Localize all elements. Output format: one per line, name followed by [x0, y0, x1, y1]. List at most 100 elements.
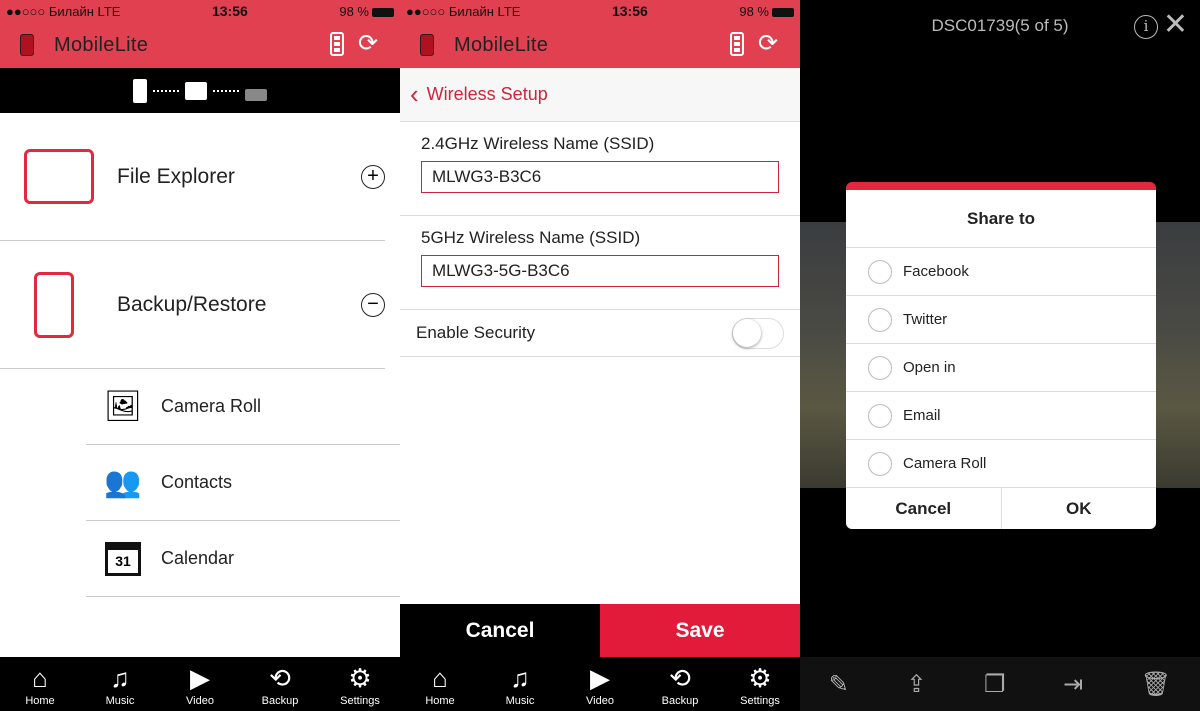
back-button[interactable]: ‹ Wireless Setup: [400, 68, 800, 122]
radio-icon[interactable]: [868, 451, 892, 476]
share-option-facebook[interactable]: Facebook: [846, 248, 1156, 296]
radio-icon[interactable]: [868, 355, 892, 380]
backup-restore-label: Backup/Restore: [117, 292, 267, 316]
tab-settings[interactable]: ⚙ Settings: [725, 661, 795, 707]
ssid-24-input[interactable]: [421, 161, 779, 193]
kingston-logo: [420, 34, 434, 56]
refresh-icon[interactable]: ⟳: [358, 32, 382, 56]
copy-icon[interactable]: ❐: [984, 670, 1006, 699]
option-label: Camera Roll: [903, 455, 987, 472]
mobilelite-device-icon: [185, 81, 207, 100]
back-label: Wireless Setup: [426, 84, 548, 104]
tab-label: Home: [25, 695, 55, 707]
brand-name: MobileLite: [54, 33, 149, 56]
photo-viewer-screen: DSC01739(5 of 5) i ✕ Share to Facebook T…: [800, 0, 1200, 711]
enable-security-label: Enable Security: [416, 323, 536, 342]
file-explorer-label: File Explorer: [117, 164, 235, 188]
collapse-icon[interactable]: −: [361, 292, 385, 317]
device-battery-icon[interactable]: [330, 32, 344, 56]
security-toggle[interactable]: [732, 317, 784, 349]
tab-video[interactable]: ▶ Video: [165, 661, 235, 707]
tab-home[interactable]: ⌂ Home: [405, 661, 475, 707]
router-icon: [245, 88, 267, 101]
wireless-setup-screen: ●●○○○ Билайн LTE 13:56 98 % MobileLite ⟳…: [400, 0, 800, 711]
close-icon[interactable]: ✕: [1163, 10, 1188, 40]
time: 13:56: [611, 3, 648, 19]
move-icon[interactable]: ⇥: [1063, 670, 1083, 699]
gear-icon: ⚙: [348, 663, 372, 693]
save-button[interactable]: Save: [600, 604, 800, 657]
phone-icon: [133, 78, 147, 103]
contacts-label: Contacts: [161, 472, 233, 492]
tab-label: Backup: [661, 695, 699, 707]
edit-icon[interactable]: ✎: [829, 670, 849, 699]
app-header: MobileLite ⟳: [400, 22, 800, 68]
camera-roll-item[interactable]: 🖼 Camera Roll: [86, 369, 400, 445]
radio-icon[interactable]: [868, 259, 892, 284]
tab-video[interactable]: ▶ Video: [565, 661, 635, 707]
photo-icon: 🖼: [103, 389, 143, 423]
battery-icon: [372, 7, 394, 17]
tab-label: Music: [505, 695, 535, 707]
connection-status: [0, 68, 400, 113]
tab-backup[interactable]: ⟲ Backup: [245, 661, 315, 707]
calendar-icon: 31: [105, 541, 141, 576]
gear-icon: ⚙: [748, 663, 772, 693]
refresh-icon[interactable]: ⟳: [758, 32, 782, 56]
tab-label: Backup: [261, 695, 299, 707]
battery-icon: [772, 7, 794, 17]
tab-label: Settings: [340, 695, 380, 707]
option-label: Facebook: [903, 263, 969, 280]
camera-roll-label: Camera Roll: [161, 396, 262, 416]
enable-security-row: Enable Security: [400, 310, 800, 357]
radio-icon[interactable]: [868, 307, 892, 332]
info-icon[interactable]: i: [1134, 15, 1158, 39]
status-bar: ●●○○○ Билайн LTE 13:56 98 %: [0, 0, 400, 22]
expand-icon[interactable]: +: [361, 164, 385, 189]
phone-sync-icon: [34, 271, 74, 338]
carrier: ●●○○○ Билайн LTE: [406, 3, 521, 19]
option-label: Twitter: [903, 311, 948, 328]
video-icon: ▶: [190, 663, 210, 693]
tab-music[interactable]: ♫ Music: [485, 661, 555, 707]
ssid-5-label: 5GHz Wireless Name (SSID): [421, 228, 641, 247]
trash-icon[interactable]: 🗑: [1141, 670, 1171, 699]
home-icon: ⌂: [432, 663, 448, 693]
tab-backup[interactable]: ⟲ Backup: [645, 661, 715, 707]
time: 13:56: [211, 3, 248, 19]
device-battery-icon[interactable]: [730, 32, 744, 56]
tab-label: Home: [425, 695, 455, 707]
contacts-item[interactable]: 👥 Contacts: [86, 445, 400, 521]
share-dialog: Share to Facebook Twitter Open in Email …: [846, 182, 1156, 529]
battery-percent: 98 %: [739, 3, 769, 19]
ssid-5-input[interactable]: [421, 255, 779, 287]
file-explorer-row[interactable]: File Explorer +: [0, 113, 385, 241]
share-icon[interactable]: ⇪: [906, 670, 926, 699]
dialog-title: Share to: [846, 190, 1156, 248]
folder-icon: [24, 149, 94, 204]
tab-music[interactable]: ♫ Music: [85, 661, 155, 707]
radio-icon[interactable]: [868, 403, 892, 428]
music-icon: ♫: [110, 663, 130, 693]
tab-settings[interactable]: ⚙ Settings: [325, 661, 395, 707]
share-option-twitter[interactable]: Twitter: [846, 296, 1156, 344]
dialog-ok-button[interactable]: OK: [1002, 488, 1157, 529]
music-icon: ♫: [510, 663, 530, 693]
dialog-cancel-button[interactable]: Cancel: [846, 488, 1002, 529]
home-screen: ●●○○○ Билайн LTE 13:56 98 % MobileLite ⟳…: [0, 0, 400, 711]
tab-label: Video: [186, 695, 214, 707]
tab-home[interactable]: ⌂ Home: [5, 661, 75, 707]
contacts-icon: 👥: [104, 465, 142, 499]
cancel-button[interactable]: Cancel: [400, 604, 600, 657]
calendar-item[interactable]: 31 Calendar: [86, 521, 400, 597]
backup-icon: ⟲: [269, 663, 291, 693]
video-icon: ▶: [590, 663, 610, 693]
share-option-open-in[interactable]: Open in: [846, 344, 1156, 392]
ssid-24-field-group: 2.4GHz Wireless Name (SSID): [400, 122, 800, 216]
option-label: Open in: [903, 359, 956, 376]
share-option-email[interactable]: Email: [846, 392, 1156, 440]
backup-restore-row[interactable]: Backup/Restore −: [0, 241, 385, 369]
calendar-label: Calendar: [161, 548, 235, 568]
ssid-5-field-group: 5GHz Wireless Name (SSID): [400, 216, 800, 310]
share-option-camera-roll[interactable]: Camera Roll: [846, 440, 1156, 488]
